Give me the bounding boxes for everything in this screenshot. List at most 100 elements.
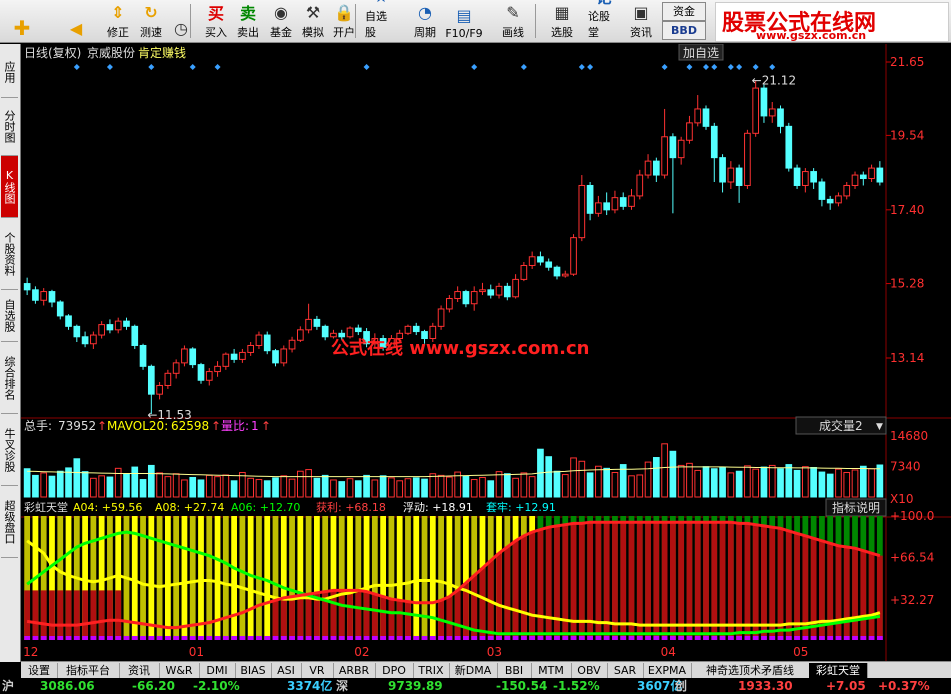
sidebar-tab-7[interactable]: 超级盘口 [1, 486, 18, 558]
volume-bar [23, 468, 31, 498]
pencil-icon: ✎ [506, 2, 520, 22]
volume-bar [528, 476, 536, 498]
tab-8[interactable]: ARBR [333, 663, 376, 678]
tab-7[interactable]: VR [301, 663, 334, 678]
tab-1[interactable]: 指标平台 [57, 663, 120, 678]
volume-bar [313, 477, 321, 498]
price-axis-label: 19.54 [890, 128, 924, 142]
speed-button[interactable]: ◷ [165, 2, 197, 40]
f10-icon: ▤ [456, 5, 472, 25]
sidebar-tab-5[interactable]: 综合排名 [1, 342, 18, 414]
volume-bar [346, 478, 354, 498]
volume-bar [835, 468, 842, 498]
tab-6[interactable]: ASI [271, 663, 302, 678]
volume-bar [636, 474, 644, 498]
tab-11[interactable]: 新DMA [449, 663, 498, 678]
f10-button[interactable]: ▤ F10/F9 [445, 2, 482, 41]
volume-bar [495, 471, 503, 498]
volume-bar [222, 474, 230, 498]
volume-bar [90, 477, 97, 498]
bbd-button[interactable]: BBD [662, 21, 706, 40]
month-label: 05 [793, 645, 808, 659]
indicator-name-value: 彩虹天堂 [24, 501, 68, 514]
sidebar-tab-6[interactable]: 牛叉诊股 [1, 414, 18, 486]
indicator-axis-label: +66.54 [890, 550, 934, 564]
candle [181, 345, 188, 367]
volume-bar [603, 467, 610, 498]
watch-label: 自选股 [365, 10, 387, 39]
period-button[interactable]: ◔ 周期 [409, 2, 441, 40]
ticker-item: 9739.89 [388, 679, 443, 693]
indicator-trap-value: 套牢: +12.91 [486, 500, 556, 514]
volume-selector-label: 成交量2 [819, 418, 863, 433]
volume-bar [802, 466, 809, 498]
tab-4[interactable]: DMI [199, 663, 236, 678]
sim-label: 模拟 [302, 26, 324, 39]
candle [785, 122, 793, 172]
volume-bar [628, 475, 635, 498]
test-button[interactable]: ↻ 测速 [135, 2, 167, 40]
forum-button[interactable]: 论论股堂 [588, 0, 620, 40]
volume-bar [570, 457, 577, 498]
sidebar-tab-4[interactable]: 自选股 [1, 290, 18, 342]
sidebar-tab-1[interactable]: 分时图 [1, 98, 18, 156]
tab-14[interactable]: OBV [571, 663, 608, 678]
volume-bar [172, 473, 180, 498]
volume-bar [843, 471, 851, 498]
candle [570, 234, 577, 276]
sell-button[interactable]: 卖卖出 [232, 2, 264, 40]
sidebar-tab-3[interactable]: 个股资料 [1, 218, 18, 290]
sidebar-tab-2[interactable]: K线图 [1, 156, 18, 218]
tab-16[interactable]: EXPMA [643, 663, 692, 678]
volume-bar [288, 478, 296, 498]
tab-10[interactable]: TRIX [413, 663, 450, 678]
volume-total-value: 73952 [58, 419, 96, 433]
tab-0[interactable]: 设置 [21, 663, 58, 678]
month-label: 03 [487, 645, 502, 659]
indicator-tab-bar: 设置 指标平台 资讯 W&R DMI BIAS ASI VR ARBR DPO TRIX 新DMA BB… [21, 661, 951, 679]
volume-bar [487, 480, 495, 498]
volume-bar [710, 468, 718, 498]
sidebar-tab-0[interactable]: 应用 [1, 46, 18, 98]
volume-bar [181, 479, 188, 498]
fix-button[interactable]: ⇕ 修正 [102, 2, 134, 40]
tab-2[interactable]: 资讯 [119, 663, 160, 678]
volume-bar [462, 475, 470, 498]
tab-17[interactable]: 神奇选顶术矛盾线 [691, 663, 810, 678]
test-label: 测速 [140, 26, 162, 39]
back-button[interactable]: ◀ [60, 2, 92, 40]
back-arrow-icon: ◀ [69, 18, 83, 38]
tab-18[interactable]: 彩虹天堂 [809, 663, 868, 678]
indicator-name: 肯定赚钱 [138, 45, 186, 60]
buy-button[interactable]: 买买入 [200, 2, 232, 40]
sim-button[interactable]: ⚒ 模拟 [297, 2, 329, 40]
volume-bar [354, 480, 362, 498]
tab-3[interactable]: W&R [159, 663, 200, 678]
watch-button[interactable]: ★ 自选股 [365, 0, 397, 40]
tab-13[interactable]: MTM [531, 663, 572, 678]
news-button[interactable]: ▣ 资讯 [625, 2, 657, 40]
draw-button[interactable]: ✎ 画线 [497, 2, 529, 40]
candle [263, 331, 271, 355]
volume-bar [272, 477, 279, 498]
tab-9[interactable]: DPO [375, 663, 414, 678]
indicator-axis-label: +100.0 [890, 509, 934, 523]
up-down-arrow-icon: ⇕ [111, 2, 125, 22]
candle [702, 105, 710, 130]
volume-bar [106, 476, 114, 498]
tab-5[interactable]: BIAS [235, 663, 272, 678]
chart-title: 日线(复权) [24, 46, 81, 60]
fund-button[interactable]: ◉ 基金 [265, 2, 297, 40]
left-sidebar: 应用 分时图 K线图 个股资料 自选股 综合排名 牛叉诊股 超级盘口 [0, 44, 21, 662]
ticker-item: 创 [675, 679, 688, 693]
volume-bar [586, 472, 594, 498]
tab-12[interactable]: BBI [497, 663, 532, 678]
volume-bar [131, 466, 139, 498]
forum-label: 论股堂 [588, 10, 610, 39]
add-watch-label: 加自选 [683, 46, 719, 60]
volume-bar [652, 457, 660, 498]
pick-button[interactable]: ▦ 选股 [546, 2, 578, 40]
fund-flow-button[interactable]: 资金 [662, 2, 706, 21]
tab-15[interactable]: SAR [607, 663, 644, 678]
volume-bar [73, 458, 81, 498]
